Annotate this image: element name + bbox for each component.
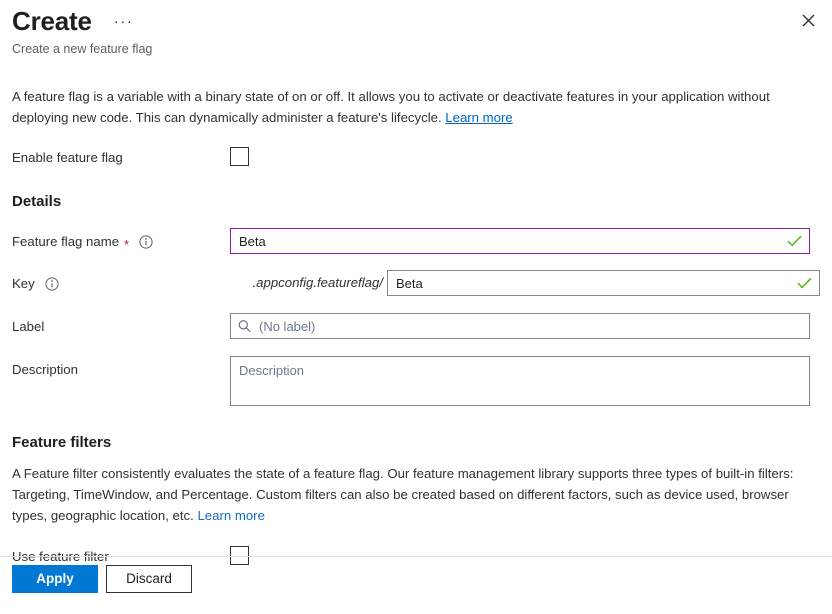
intro-text: A feature flag is a variable with a bina… xyxy=(12,89,770,125)
enable-feature-flag-label: Enable feature flag xyxy=(12,150,123,165)
discard-button[interactable]: Discard xyxy=(106,565,192,593)
description-textarea[interactable] xyxy=(230,356,810,406)
description-label: Description xyxy=(12,362,78,377)
description-row: Description xyxy=(12,356,820,411)
key-input[interactable] xyxy=(387,270,820,296)
title-row: Create ··· xyxy=(12,4,820,38)
enable-feature-flag-row: Enable feature flag xyxy=(12,147,820,168)
key-label-text: Key xyxy=(12,276,35,291)
key-prefix-text: .appconfig.featureflag/ xyxy=(252,275,383,290)
key-field-wrap xyxy=(387,270,820,296)
label-field-label: Label xyxy=(12,319,45,334)
page-title: Create xyxy=(12,6,92,36)
panel-header: Create ··· Create a new feature flag xyxy=(12,0,820,62)
key-label: Key xyxy=(12,270,230,294)
create-feature-flag-panel: Create ··· Create a new feature flag A f… xyxy=(0,0,832,614)
feature-flag-name-field-wrap xyxy=(230,228,810,254)
label-search-input[interactable] xyxy=(230,313,810,339)
feature-flag-name-row: Feature flag name * xyxy=(12,228,820,254)
feature-filters-paragraph: A Feature filter consistently evaluates … xyxy=(12,463,820,526)
info-icon[interactable] xyxy=(45,277,59,291)
feature-flag-name-label: Feature flag name * xyxy=(12,228,230,252)
footer-divider xyxy=(0,556,832,557)
required-marker: * xyxy=(124,236,130,252)
feature-flag-name-label-text: Feature flag name xyxy=(12,234,120,249)
panel-subtitle: Create a new feature flag xyxy=(12,42,153,56)
feature-flag-name-input[interactable] xyxy=(230,228,810,254)
label-row: Label xyxy=(12,313,820,339)
feature-filters-learn-more-link[interactable]: Learn more xyxy=(197,508,264,523)
description-field-wrap xyxy=(230,356,810,411)
more-options-menu-button[interactable]: ··· xyxy=(110,13,138,31)
label-field-wrap xyxy=(230,313,810,339)
enable-feature-flag-checkbox[interactable] xyxy=(230,147,249,166)
details-heading: Details xyxy=(12,193,62,210)
key-row: Key .appconfig.featureflag/ xyxy=(12,270,820,296)
intro-learn-more-link[interactable]: Learn more xyxy=(445,110,512,125)
footer-actions: Apply Discard xyxy=(12,565,192,593)
feature-filters-text: A Feature filter consistently evaluates … xyxy=(12,466,794,523)
intro-paragraph: A feature flag is a variable with a bina… xyxy=(12,86,806,128)
close-icon[interactable] xyxy=(794,6,822,34)
info-icon[interactable] xyxy=(139,235,153,249)
feature-filters-heading: Feature filters xyxy=(12,434,112,451)
apply-button[interactable]: Apply xyxy=(12,565,98,593)
